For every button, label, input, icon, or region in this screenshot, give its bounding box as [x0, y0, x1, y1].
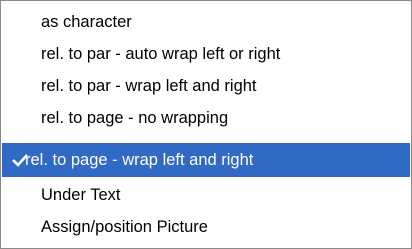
- menu-item-label: Assign/position Picture: [41, 217, 208, 236]
- context-menu: as character rel. to par - auto wrap lef…: [0, 0, 412, 249]
- menu-item-assign-position-picture[interactable]: Assign/position Picture: [4, 211, 408, 243]
- menu-item-rel-par-wrap-left-right[interactable]: rel. to par - wrap left and right: [4, 70, 408, 102]
- menu-item-rel-page-wrap-left-right[interactable]: rel. to page - wrap left and right: [2, 143, 410, 177]
- menu-item-label: Under Text: [41, 185, 121, 204]
- menu-item-label: as character: [41, 12, 132, 31]
- menu-item-under-text[interactable]: Under Text: [4, 179, 408, 211]
- menu-item-label: rel. to page - no wrapping: [41, 108, 229, 127]
- menu-item-label: rel. to par - auto wrap left or right: [41, 44, 281, 63]
- menu-item-rel-page-no-wrapping[interactable]: rel. to page - no wrapping: [4, 102, 408, 134]
- menu-item-rel-par-auto-wrap[interactable]: rel. to par - auto wrap left or right: [4, 38, 408, 70]
- menu-item-label: rel. to par - wrap left and right: [41, 76, 257, 95]
- menu-item-label: rel. to page - wrap left and right: [25, 150, 254, 169]
- menu-item-as-character[interactable]: as character: [4, 6, 408, 38]
